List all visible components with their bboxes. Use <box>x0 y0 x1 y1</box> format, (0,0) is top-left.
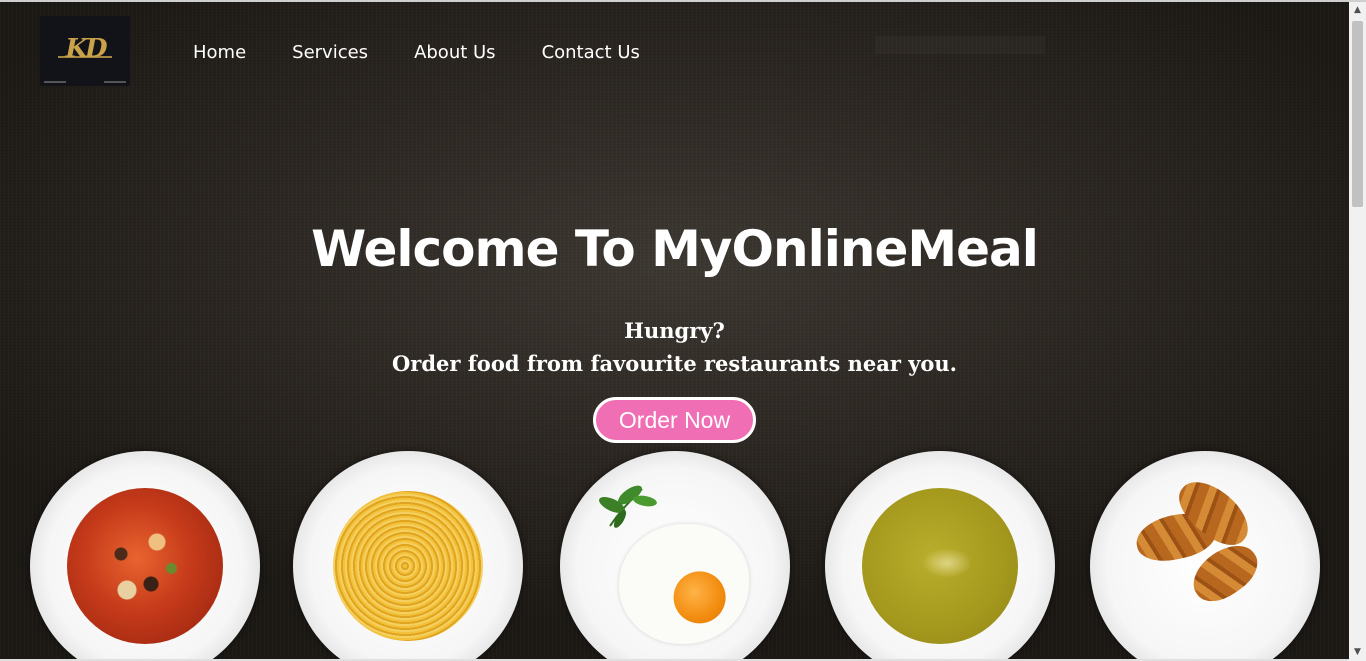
nav-home[interactable]: Home <box>193 42 246 64</box>
pea-soup-plate-icon <box>825 451 1055 661</box>
main-nav: Home Services About Us Contact Us <box>193 42 640 64</box>
logo-underline <box>58 56 112 58</box>
basil-leaf-icon <box>599 485 657 528</box>
hero-title: Welcome To MyOnlineMeal <box>311 220 1039 278</box>
minestrone-soup-icon <box>67 488 223 644</box>
pea-soup-icon <box>862 488 1018 644</box>
brand-logo[interactable]: KD <box>40 16 130 86</box>
spaghetti-plate-icon <box>293 451 523 661</box>
nav-about-us[interactable]: About Us <box>414 42 496 64</box>
logo-fine-print-left <box>44 81 66 83</box>
scroll-up-arrow-icon[interactable]: ▲ <box>1349 2 1366 19</box>
spaghetti-icon <box>333 491 483 641</box>
hero-tagline-hungry: Hungry? <box>624 318 725 343</box>
scroll-down-arrow-icon[interactable]: ▼ <box>1349 644 1366 661</box>
vertical-scrollbar[interactable]: ▲ ▼ <box>1349 2 1366 661</box>
egg-white-icon <box>619 524 750 645</box>
nav-services[interactable]: Services <box>292 42 368 64</box>
hero-tagline-order-food: Order food from favourite restaurants ne… <box>392 351 957 376</box>
fried-egg-plate-icon <box>560 451 790 661</box>
croissant-plate-icon <box>1090 451 1320 661</box>
hero-section: KD Home Services About Us Contact Us Wel… <box>0 2 1349 661</box>
nav-contact-us[interactable]: Contact Us <box>542 42 640 64</box>
minestrone-soup-plate-icon <box>30 451 260 661</box>
logo-fine-print-right <box>104 81 126 83</box>
order-now-button[interactable]: Order Now <box>593 397 756 443</box>
egg-yolk-icon <box>673 571 726 624</box>
logo-mark: KD <box>65 34 107 64</box>
scrollbar-thumb[interactable] <box>1352 21 1363 207</box>
nav-faint-overlay <box>875 36 1045 54</box>
